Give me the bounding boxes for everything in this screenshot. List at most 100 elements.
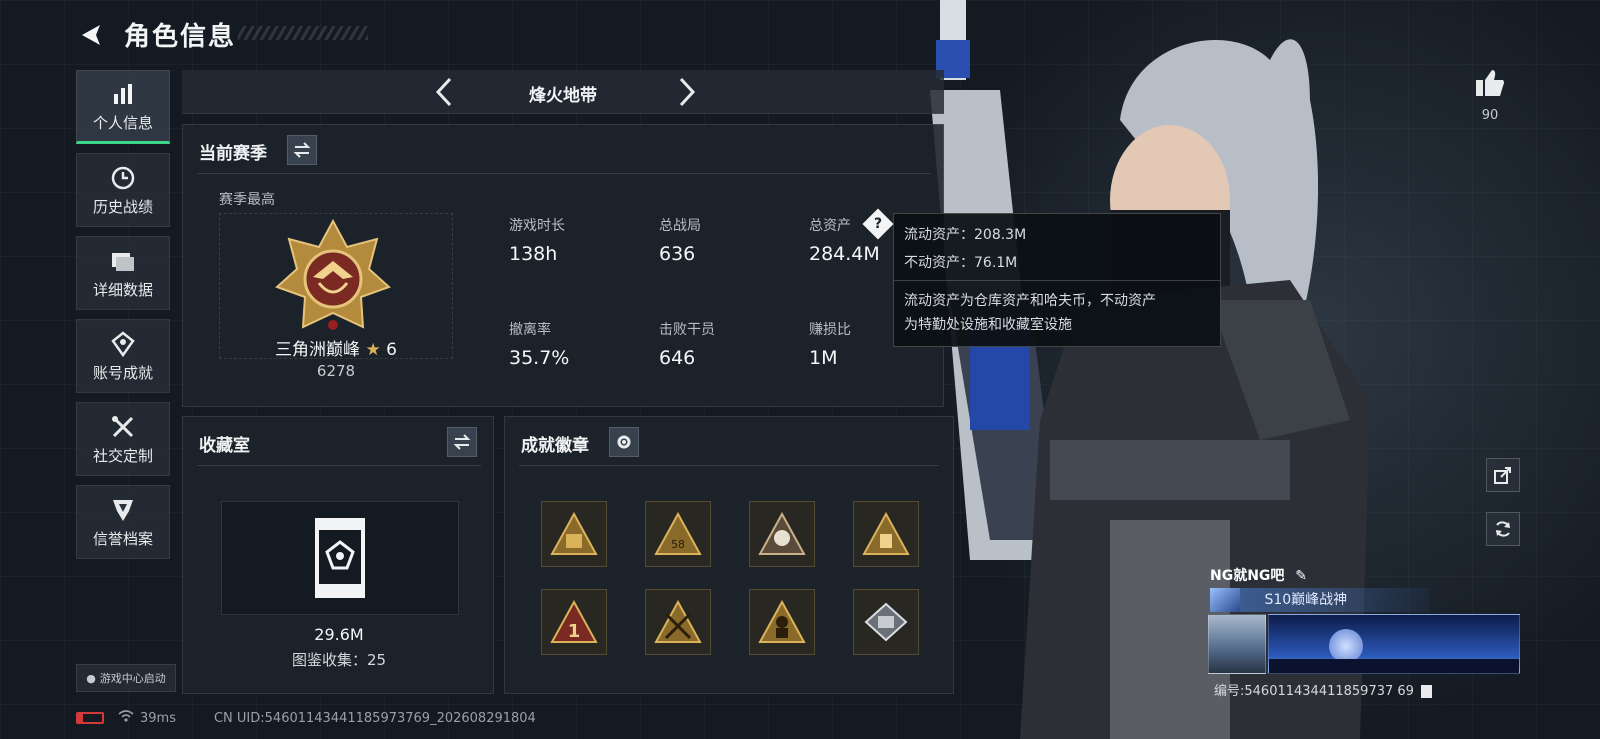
badge-5[interactable]: 1 — [541, 589, 607, 655]
badge-8[interactable] — [853, 589, 919, 655]
nav-item-social-custom[interactable]: 社交定制 — [76, 402, 170, 476]
stat-label-total-matches: 总战局 — [659, 218, 701, 234]
city-skyline — [1269, 659, 1519, 673]
mode-title: 烽火地带 — [529, 86, 597, 106]
collection-count: 图鉴收集：25 — [291, 651, 387, 669]
stat-value-total-assets: 284.4M — [809, 243, 880, 265]
title-emblem-icon — [1210, 588, 1240, 612]
nav-label: 信誉档案 — [92, 529, 153, 548]
share-icon — [1494, 467, 1511, 484]
panel-divider — [197, 465, 481, 466]
badge-58-icon: 58 — [654, 512, 702, 555]
back-button[interactable] — [76, 20, 106, 50]
tooltip-desc-line1: 流动资产为仓库资产和哈夫币，不动资产 — [904, 293, 1156, 309]
nav-label: 个人信息 — [92, 113, 153, 132]
rank-score: 6278 — [316, 362, 356, 380]
nav-item-detailed-data[interactable]: 详细数据 — [76, 236, 170, 310]
nav-item-reputation[interactable]: 信誉档案 — [76, 485, 170, 559]
status-bar: 39ms CN UID:54601143441185973769_2026082… — [76, 708, 536, 728]
ping-value: 39ms — [140, 710, 176, 726]
badge-crossed-icon — [654, 600, 702, 643]
collection-value: 29.6M — [314, 625, 364, 644]
battery-icon — [76, 712, 104, 724]
tooltip-desc-line2: 为特勤处设施和收藏室设施 — [904, 317, 1072, 333]
chevron-right-icon — [679, 77, 696, 107]
badge-6[interactable] — [645, 589, 711, 655]
badge-3[interactable] — [749, 501, 815, 567]
help-icon[interactable]: ? — [862, 208, 894, 240]
nav-label: 账号成就 — [92, 363, 153, 382]
panel-divider — [519, 465, 939, 466]
swap-icon — [453, 434, 471, 450]
badge-7[interactable] — [749, 589, 815, 655]
tooltip-liquid-assets: 流动资产：208.3M — [904, 227, 1027, 243]
page-title: 角色信息 — [124, 22, 237, 52]
badge-icon — [550, 512, 598, 555]
season-best-label: 赛季最高 — [219, 192, 275, 208]
nav-item-personal-info[interactable]: 个人信息 — [76, 70, 170, 144]
achievements-title: 成就徽章 — [521, 436, 589, 456]
qq-icon: ● — [86, 671, 96, 685]
rank-stars: 6 — [386, 340, 397, 360]
thumbs-up-icon — [1476, 70, 1504, 96]
collection-switch-button[interactable] — [447, 427, 477, 457]
shield-icon — [111, 496, 135, 524]
season-title: 当前赛季 — [199, 144, 267, 164]
medal-icon — [111, 330, 135, 358]
clock-icon — [110, 164, 136, 192]
stat-value-playtime: 138h — [509, 243, 558, 265]
tooltip-fixed-assets: 不动资产：76.1M — [904, 255, 1018, 271]
sidebar-nav: 个人信息 历史战绩 详细数据 账号成就 社交定制 信誉档案 — [76, 70, 170, 568]
star-icon: ★ — [365, 340, 381, 360]
stat-value-kills: 646 — [659, 347, 696, 369]
svg-text:58: 58 — [671, 538, 685, 551]
wifi-icon — [118, 710, 134, 726]
player-name-row: NG就NG吧 ✎ — [1210, 565, 1307, 585]
badge-soldier-icon — [758, 600, 806, 643]
tooltip-divider — [894, 280, 1220, 281]
nav-item-match-history[interactable]: 历史战绩 — [76, 153, 170, 227]
badge-1[interactable] — [541, 501, 607, 567]
achievements-settings-button[interactable] — [609, 427, 639, 457]
player-id-row: 编号:546011434411859737 69 — [1214, 680, 1433, 699]
badge-1-icon: 1 — [550, 600, 598, 643]
mode-next-button[interactable] — [672, 76, 702, 108]
like-count: 90 — [1481, 108, 1499, 123]
copy-icon[interactable] — [1421, 685, 1433, 698]
achievements-panel: 成就徽章 58 1 — [504, 416, 954, 694]
like-button[interactable]: 90 — [1470, 68, 1510, 123]
uid-text: CN UID:54601143441185973769_202608291804 — [213, 710, 536, 726]
badge-gold-icon — [862, 512, 910, 555]
stat-label-profit-ratio: 赚损比 — [809, 322, 851, 338]
refresh-button[interactable] — [1486, 512, 1520, 546]
back-arrow-icon — [82, 25, 100, 45]
nav-label: 详细数据 — [92, 280, 153, 299]
season-switch-button[interactable] — [287, 135, 317, 165]
nav-item-achievements[interactable]: 账号成就 — [76, 319, 170, 393]
rank-name-row: 三角洲巅峰 ★ 6 — [219, 335, 453, 360]
panel-divider — [197, 173, 931, 174]
edit-icon[interactable]: ✎ — [1295, 568, 1307, 584]
player-title-badge: S10巅峰战神 — [1210, 588, 1430, 612]
stat-value-extraction-rate: 35.7% — [509, 347, 570, 369]
moon-icon — [1329, 629, 1363, 663]
stat-label-extraction-rate: 撤离率 — [509, 322, 551, 338]
profile-banner[interactable] — [1268, 614, 1520, 674]
badge-2[interactable]: 58 — [645, 501, 711, 567]
bar-chart-icon — [111, 80, 135, 108]
svg-text:1: 1 — [568, 621, 581, 642]
stat-label-total-assets: 总资产 — [809, 218, 851, 234]
share-button[interactable] — [1486, 458, 1520, 492]
badge-4[interactable] — [853, 501, 919, 567]
game-center-button[interactable]: ● 游戏中心启动 — [76, 664, 176, 692]
stat-label-kills: 击败干员 — [659, 322, 715, 338]
collection-panel: 收藏室 29.6M 图鉴收集：25 — [182, 416, 494, 694]
nav-label: 历史战绩 — [92, 197, 153, 216]
tools-icon — [110, 413, 136, 441]
avatar[interactable] — [1208, 614, 1266, 674]
stat-value-profit-ratio: 1M — [809, 347, 838, 369]
player-title: S10巅峰战神 — [1264, 592, 1348, 608]
folder-icon — [110, 247, 136, 275]
player-name: NG就NG吧 — [1210, 568, 1285, 584]
collection-preview[interactable] — [221, 501, 459, 615]
